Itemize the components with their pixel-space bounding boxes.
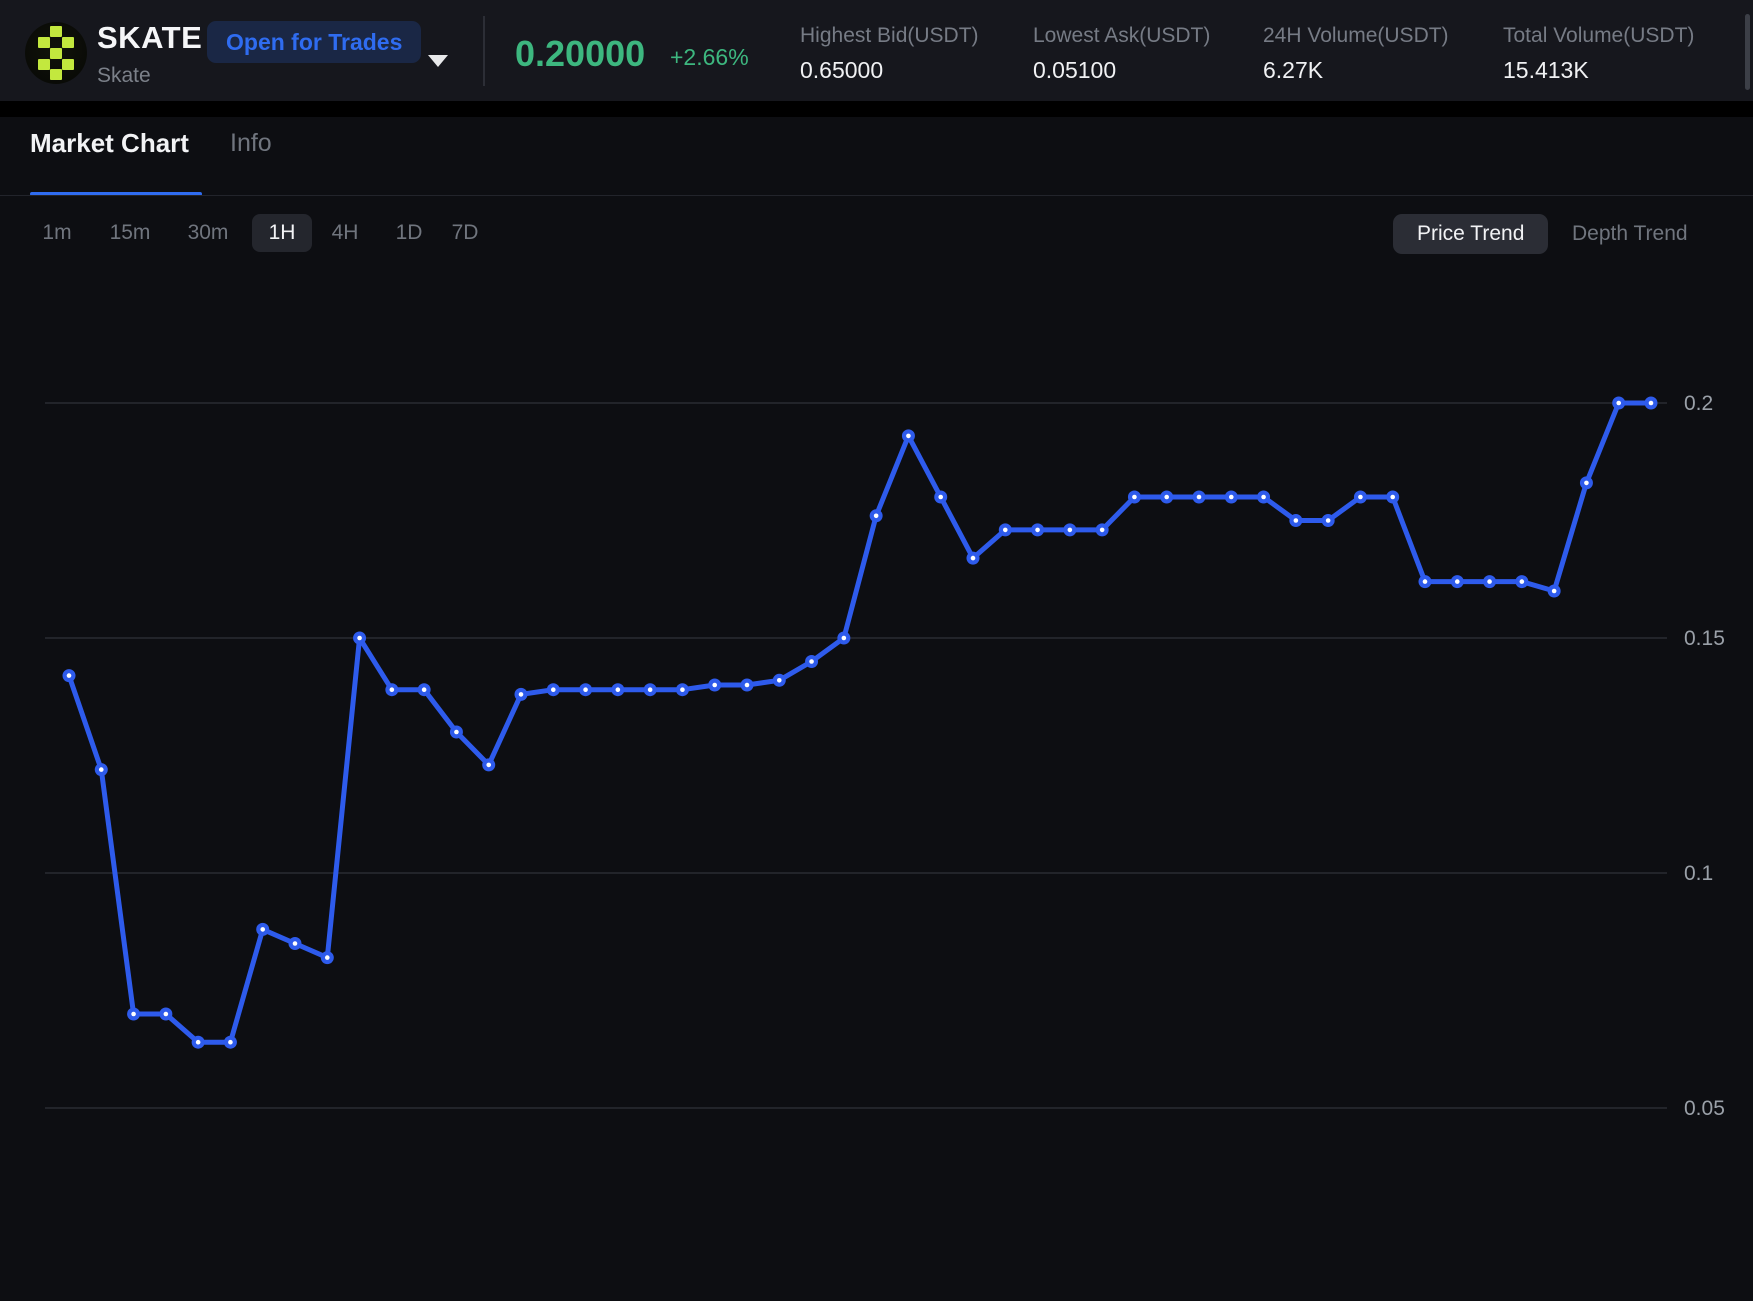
interval-button-1m[interactable]: 1m	[32, 214, 82, 252]
data-point-core	[551, 687, 556, 692]
interval-button-7d[interactable]: 7D	[440, 214, 490, 252]
data-point-core	[1358, 495, 1363, 500]
data-point-core	[1229, 495, 1234, 500]
data-point-core	[1068, 528, 1073, 533]
data-point-core	[1584, 481, 1589, 486]
data-point-core	[67, 673, 72, 678]
data-point-core	[648, 687, 653, 692]
data-point-core	[583, 687, 588, 692]
interval-button-30m[interactable]: 30m	[178, 214, 238, 252]
interval-button-15m[interactable]: 15m	[100, 214, 160, 252]
data-point-core	[616, 687, 621, 692]
token-logo-icon	[25, 22, 87, 84]
stat-label: Total Volume(USDT)	[1503, 24, 1694, 48]
data-point-core	[164, 1012, 169, 1017]
data-point-core	[1649, 401, 1654, 406]
data-point-core	[519, 692, 524, 697]
data-point-core	[874, 514, 879, 519]
header-separator	[0, 101, 1753, 117]
data-point-core	[1164, 495, 1169, 500]
price-chart[interactable]: 0.2 0.15 0.1 0.05	[0, 316, 1753, 1301]
token-change: +2.66%	[670, 44, 749, 71]
data-point-core	[1003, 528, 1008, 533]
y-axis-tick-label: 0.05	[1684, 1097, 1725, 1120]
data-point-core	[1552, 589, 1557, 594]
data-point-core	[680, 687, 685, 692]
data-point-core	[293, 941, 298, 946]
interval-button-1h-selected[interactable]: 1H	[252, 214, 312, 252]
data-point-core	[1261, 495, 1266, 500]
price-line	[69, 403, 1651, 1042]
interval-button-1d[interactable]: 1D	[384, 214, 434, 252]
data-point-core	[938, 495, 943, 500]
data-point-core	[809, 659, 814, 664]
data-point-core	[1035, 528, 1040, 533]
data-point-core	[1132, 495, 1137, 500]
interval-button-4h[interactable]: 4H	[320, 214, 370, 252]
data-point-core	[486, 763, 491, 768]
price-chart-svg: 0.2 0.15 0.1 0.05	[0, 316, 1753, 1301]
data-point-core	[1455, 579, 1460, 584]
status-badge: Open for Trades	[207, 21, 421, 63]
data-point-core	[745, 683, 750, 688]
depth-trend-button[interactable]: Depth Trend	[1572, 214, 1688, 254]
stat-value: 6.27K	[1263, 57, 1323, 84]
token-price: 0.20000	[515, 33, 645, 75]
tabs-divider	[0, 195, 1753, 196]
data-point-core	[131, 1012, 136, 1017]
stat-label: Highest Bid(USDT)	[800, 24, 979, 48]
data-point-core	[1520, 579, 1525, 584]
data-point-core	[390, 687, 395, 692]
chevron-down-icon[interactable]	[428, 55, 448, 67]
stat-value: 0.65000	[800, 57, 883, 84]
data-point-core	[196, 1040, 201, 1045]
scrollbar-thumb[interactable]	[1745, 14, 1750, 90]
page: SKATE Open for Trades Skate 0.20000 +2.6…	[0, 0, 1753, 1301]
pixel-s-glyph	[38, 26, 74, 80]
data-point-core	[228, 1040, 233, 1045]
header-divider	[483, 16, 485, 86]
data-point-core	[1197, 495, 1202, 500]
data-point-core	[1423, 579, 1428, 584]
data-point-core	[99, 767, 104, 772]
stat-value: 0.05100	[1033, 57, 1116, 84]
data-point-core	[357, 636, 362, 641]
data-point-core	[1616, 401, 1621, 406]
price-trend-button[interactable]: Price Trend	[1393, 214, 1548, 254]
stat-label: Lowest Ask(USDT)	[1033, 24, 1210, 48]
y-axis-tick-label: 0.1	[1684, 862, 1713, 885]
data-point-core	[260, 927, 265, 932]
data-point-core	[971, 556, 976, 561]
token-symbol: SKATE	[97, 20, 202, 56]
data-point-core	[422, 687, 427, 692]
data-point-core	[325, 955, 330, 960]
data-point-core	[1326, 518, 1331, 523]
stat-value: 15.413K	[1503, 57, 1589, 84]
tab-info[interactable]: Info	[230, 129, 272, 158]
data-point-core	[842, 636, 847, 641]
data-point-core	[712, 683, 717, 688]
y-axis-tick-label: 0.2	[1684, 392, 1713, 415]
data-point-core	[454, 730, 459, 735]
data-point-core	[1294, 518, 1299, 523]
y-axis-tick-label: 0.15	[1684, 627, 1725, 650]
tab-market-chart[interactable]: Market Chart	[30, 128, 189, 159]
data-point-core	[777, 678, 782, 683]
token-name: Skate	[97, 64, 151, 88]
data-point-core	[906, 434, 911, 439]
data-point-core	[1487, 579, 1492, 584]
header-bar: SKATE Open for Trades Skate 0.20000 +2.6…	[0, 0, 1753, 101]
data-point-core	[1100, 528, 1105, 533]
stat-label: 24H Volume(USDT)	[1263, 24, 1449, 48]
data-point-core	[1390, 495, 1395, 500]
